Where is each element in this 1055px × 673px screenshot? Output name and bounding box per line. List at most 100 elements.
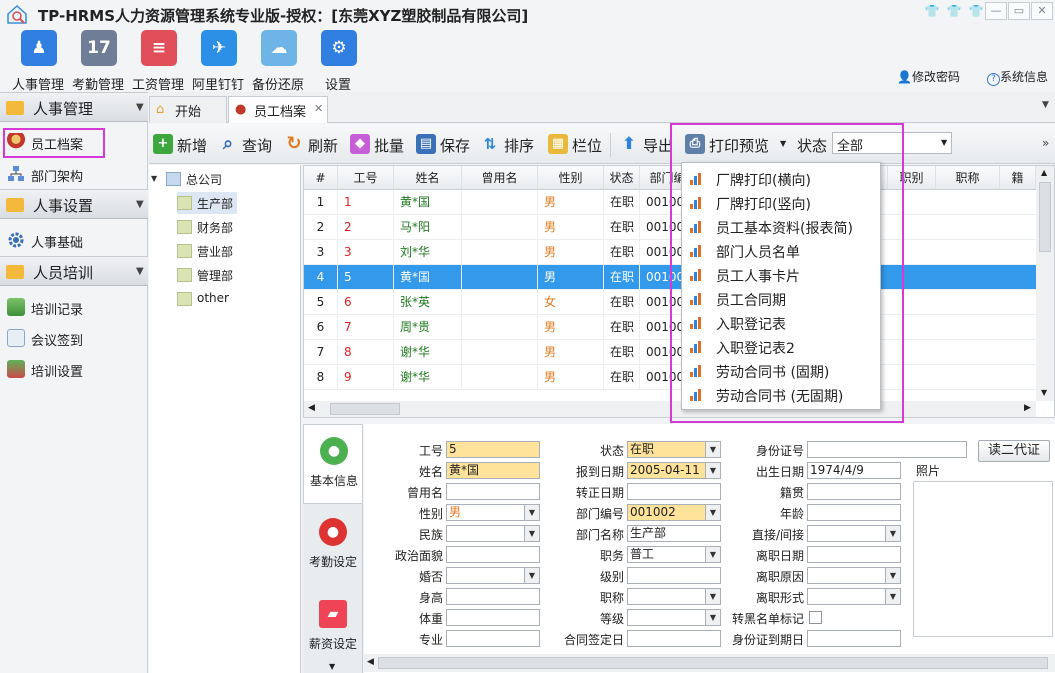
form-field[interactable]: 在职 ▼ xyxy=(627,441,721,458)
grid-header[interactable]: 职称 xyxy=(936,166,1000,190)
chevron-down-icon[interactable]: ▼ xyxy=(705,463,720,478)
form-field[interactable]: 5 xyxy=(446,441,540,458)
minimize-button[interactable]: — xyxy=(985,2,1007,20)
tree-node-dept[interactable]: 管理部 xyxy=(177,264,277,286)
photo-box[interactable] xyxy=(913,481,1053,637)
form-hscroll-thumb[interactable] xyxy=(378,657,1048,669)
form-field[interactable] xyxy=(446,609,540,626)
chevron-down-icon[interactable]: ▼ xyxy=(885,526,900,541)
tab-employee-files[interactable]: ● 员工档案 ✕ xyxy=(228,96,328,123)
skin-icon[interactable]: 👕 xyxy=(944,3,964,19)
scroll-left-icon[interactable]: ◀ xyxy=(367,657,374,667)
form-hscrollbar[interactable]: ◀ xyxy=(364,654,1055,672)
grid-header[interactable]: 姓名 xyxy=(394,166,462,190)
form-field[interactable] xyxy=(627,630,721,647)
form-field[interactable]: 1974/4/9 xyxy=(807,462,901,479)
form-field[interactable]: 黄*国 xyxy=(446,462,540,479)
tab-start[interactable]: ⌂ 开始 xyxy=(149,96,227,123)
grid-header[interactable]: 性别 xyxy=(538,166,604,190)
close-tab-icon[interactable]: ✕ xyxy=(314,102,323,115)
form-field[interactable] xyxy=(446,546,540,563)
grid-header[interactable]: 工号 xyxy=(338,166,394,190)
form-field[interactable]: ▼ xyxy=(807,567,901,584)
form-field[interactable]: ▼ xyxy=(627,609,721,626)
form-field[interactable]: ▼ xyxy=(807,525,901,542)
form-field[interactable]: ▼ xyxy=(627,588,721,605)
chevron-down-icon[interactable]: ▼ xyxy=(885,568,900,583)
sidebar-item-hr-basics[interactable]: 人事基础 xyxy=(0,226,148,254)
chevron-down-icon[interactable]: ▼ xyxy=(885,589,900,604)
form-field[interactable] xyxy=(446,588,540,605)
form-field[interactable] xyxy=(807,546,901,563)
tree-node-dept[interactable]: other xyxy=(177,288,277,310)
detail-tab-salary[interactable]: ▰ 薪资设定 xyxy=(303,588,363,668)
scroll-down-icon[interactable]: ▼ xyxy=(1041,388,1047,397)
blacklist-checkbox[interactable] xyxy=(809,611,822,624)
form-field[interactable] xyxy=(446,483,540,500)
tree-node-dept[interactable]: 生产部 xyxy=(177,192,237,214)
module-gear[interactable]: ⚙ 设置 xyxy=(308,30,368,93)
form-field[interactable]: 2005-04-11 ▼ xyxy=(627,462,721,479)
sidebar-item-org-chart[interactable]: 部门架构 xyxy=(0,160,148,188)
scroll-left-icon[interactable]: ◀ xyxy=(308,403,315,413)
chevron-down-icon[interactable]: ▼ xyxy=(705,610,720,625)
form-field[interactable]: 生产部 xyxy=(627,525,721,542)
module-payroll[interactable]: ≡ 工资管理 xyxy=(128,30,188,93)
hscroll-thumb[interactable] xyxy=(330,403,400,415)
form-field[interactable]: ▼ xyxy=(446,567,540,584)
grid-vscrollbar[interactable]: ▲ ▼ xyxy=(1036,166,1054,401)
form-field[interactable] xyxy=(807,504,901,521)
form-field[interactable]: 男 ▼ xyxy=(446,504,540,521)
tree-node-dept[interactable]: 营业部 xyxy=(177,240,277,262)
scroll-down-icon[interactable]: ▼ xyxy=(329,662,335,671)
module-cloud[interactable]: ☁ 备份还原 xyxy=(248,30,308,93)
form-field[interactable] xyxy=(807,483,901,500)
sidebar-section-settings[interactable]: 人事设置 ▼ xyxy=(0,189,148,219)
grid-header[interactable]: 状态 xyxy=(604,166,640,190)
chevron-down-icon[interactable]: ▼ xyxy=(705,589,720,604)
more-icon[interactable]: » xyxy=(1042,136,1049,150)
tab-list-icon[interactable]: ▼ xyxy=(1042,100,1049,110)
form-field-value: 黄*国 xyxy=(449,463,480,477)
module-users[interactable]: ♟ 人事管理 xyxy=(8,30,68,93)
sidebar-item-training-records[interactable]: 培训记录 xyxy=(0,293,148,321)
detail-tab-basic-info[interactable]: ● 基本信息 xyxy=(303,424,363,504)
collapse-arrow-icon[interactable]: ▼ xyxy=(151,174,157,183)
scroll-up-icon[interactable]: ▲ xyxy=(1041,168,1047,177)
maximize-button[interactable]: ▭ xyxy=(1008,2,1030,20)
sidebar-section-training[interactable]: 人员培训 ▼ xyxy=(0,256,148,286)
form-field[interactable]: 001002 ▼ xyxy=(627,504,721,521)
grid-header[interactable]: 曾用名 xyxy=(462,166,538,190)
vscroll-thumb[interactable] xyxy=(1039,182,1051,252)
chevron-down-icon[interactable]: ▼ xyxy=(705,505,720,520)
grid-header[interactable]: # xyxy=(304,166,338,190)
change-password-link[interactable]: 👤修改密码 xyxy=(897,68,960,85)
form-field[interactable] xyxy=(446,630,540,647)
sidebar-section-personnel[interactable]: 人事管理 ▼ xyxy=(0,92,148,122)
module-calendar[interactable]: 17 考勤管理 xyxy=(68,30,128,93)
theme-icon[interactable]: 👕 xyxy=(966,3,986,19)
chevron-down-icon[interactable]: ▼ xyxy=(524,505,539,520)
sidebar-item-meeting-signin[interactable]: 会议签到 xyxy=(0,324,148,352)
form-field[interactable] xyxy=(627,483,721,500)
form-field[interactable]: ▼ xyxy=(446,525,540,542)
detail-tab-attendance[interactable]: ● 考勤设定 xyxy=(303,506,363,586)
chevron-down-icon[interactable]: ▼ xyxy=(705,442,720,457)
close-button[interactable]: ✕ xyxy=(1031,2,1053,20)
form-field[interactable] xyxy=(807,441,967,458)
module-dingtalk[interactable]: ✈ 阿里钉钉 xyxy=(188,30,248,93)
read-id-card-button[interactable]: 读二代证 xyxy=(978,440,1050,462)
sidebar-item-training-settings[interactable]: 培训设置 xyxy=(0,355,148,383)
form-field[interactable] xyxy=(807,630,901,647)
grid-header[interactable]: 籍 xyxy=(1000,166,1036,190)
shirt-icon[interactable]: 👕 xyxy=(922,3,942,19)
chevron-down-icon[interactable]: ▼ xyxy=(705,547,720,562)
form-field[interactable]: 普工 ▼ xyxy=(627,546,721,563)
form-field[interactable]: ▼ xyxy=(807,588,901,605)
form-field[interactable] xyxy=(627,567,721,584)
chevron-down-icon[interactable]: ▼ xyxy=(524,526,539,541)
system-info-link[interactable]: ? 系统信息 xyxy=(987,68,1048,86)
tree-node-dept[interactable]: 财务部 xyxy=(177,216,277,238)
scroll-right-icon[interactable]: ▶ xyxy=(1024,403,1031,413)
chevron-down-icon[interactable]: ▼ xyxy=(524,568,539,583)
